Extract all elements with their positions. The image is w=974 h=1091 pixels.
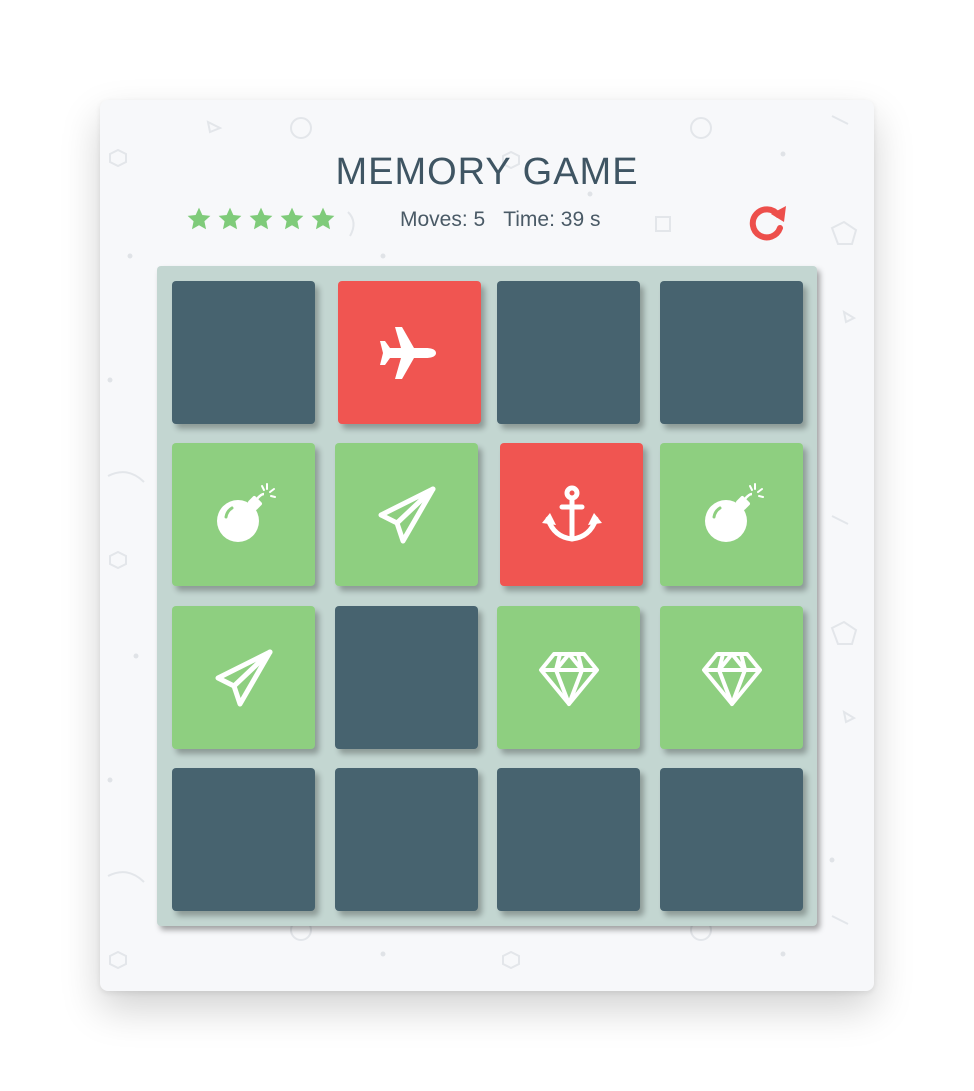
card-bomb[interactable]: [172, 443, 315, 586]
card-hidden[interactable]: [172, 768, 315, 911]
card-bomb[interactable]: [660, 443, 803, 586]
card-hidden[interactable]: [497, 281, 640, 424]
card-hidden[interactable]: [660, 281, 803, 424]
star-icon: [280, 207, 304, 230]
card-deck: [157, 266, 817, 926]
card-plane[interactable]: [338, 281, 481, 424]
star-rating: [186, 206, 336, 236]
card-anchor[interactable]: [500, 443, 643, 586]
card-paper-plane[interactable]: [172, 606, 315, 749]
time-unit: s: [590, 208, 601, 231]
restart-button[interactable]: [745, 200, 789, 244]
bomb-icon: [212, 482, 276, 547]
card-diamond[interactable]: [497, 606, 640, 749]
bomb-icon: [700, 482, 764, 547]
time-value: 39: [560, 208, 585, 231]
plane-icon: [378, 321, 442, 385]
card-hidden[interactable]: [497, 768, 640, 911]
card-hidden[interactable]: [660, 768, 803, 911]
card-hidden[interactable]: [335, 768, 478, 911]
card-hidden[interactable]: [335, 606, 478, 749]
score-stats: Moves: 5 Time: 39 s: [400, 208, 601, 232]
diamond-icon: [537, 646, 601, 710]
star-icon: [187, 207, 211, 230]
paper-plane-icon: [375, 483, 439, 547]
restart-icon: [749, 206, 786, 241]
star-icon: [249, 207, 273, 230]
time-label: Time:: [503, 208, 555, 231]
diamond-icon: [700, 646, 764, 710]
page-title: MEMORY GAME: [335, 151, 639, 194]
moves-count: 5: [473, 208, 486, 231]
star-icon: [218, 207, 242, 230]
game-container: MEMORY GAME Moves: 5 Time: 39 s: [100, 100, 874, 991]
star-icon: [311, 207, 335, 230]
card-paper-plane[interactable]: [335, 443, 478, 586]
card-hidden[interactable]: [172, 281, 315, 424]
moves-label: Moves:: [400, 208, 468, 231]
paper-plane-icon: [212, 646, 276, 710]
anchor-icon: [540, 483, 604, 547]
card-diamond[interactable]: [660, 606, 803, 749]
